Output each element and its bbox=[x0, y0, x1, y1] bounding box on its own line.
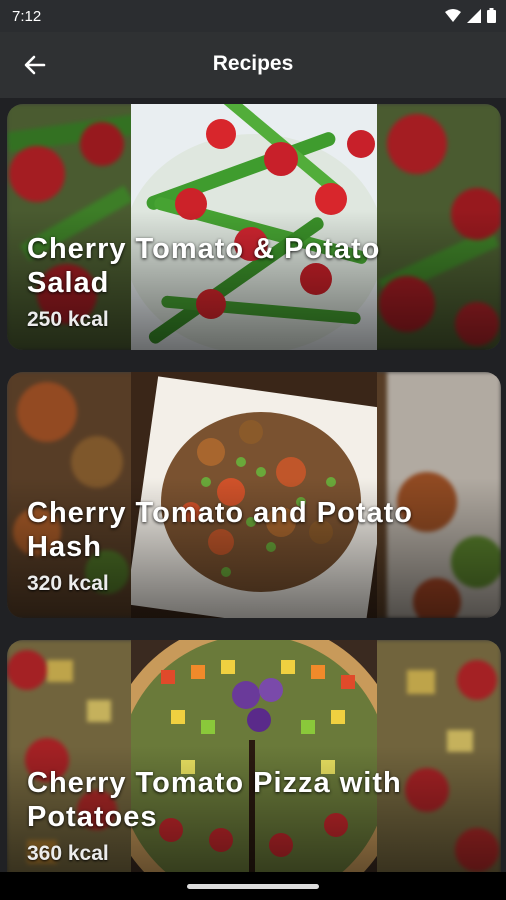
recipe-card[interactable]: Cherry Tomato & Potato Salad 250 kcal bbox=[7, 104, 501, 350]
app-bar: Recipes bbox=[0, 32, 506, 98]
home-gesture-handle[interactable] bbox=[187, 884, 319, 889]
signal-icon bbox=[467, 8, 481, 23]
battery-icon bbox=[487, 8, 496, 23]
status-time: 7:12 bbox=[12, 8, 42, 25]
status-icons bbox=[445, 8, 496, 23]
recipe-calories: 250 kcal bbox=[27, 308, 109, 331]
navigation-bar bbox=[0, 872, 506, 900]
wifi-icon bbox=[445, 8, 461, 22]
recipe-calories: 360 kcal bbox=[27, 842, 109, 865]
recipe-calories: 320 kcal bbox=[27, 572, 109, 595]
recipe-card[interactable]: Cherry Tomato and Potato Hash 320 kcal bbox=[7, 372, 501, 618]
recipe-title: Cherry Tomato and Potato Hash bbox=[27, 497, 413, 563]
recipe-title-overlay: Cherry Tomato Pizza with Potatoes bbox=[27, 767, 402, 833]
page-title: Recipes bbox=[212, 52, 294, 75]
recipe-title: Cherry Tomato & Potato Salad bbox=[27, 233, 381, 299]
status-bar: 7:12 bbox=[0, 0, 506, 32]
